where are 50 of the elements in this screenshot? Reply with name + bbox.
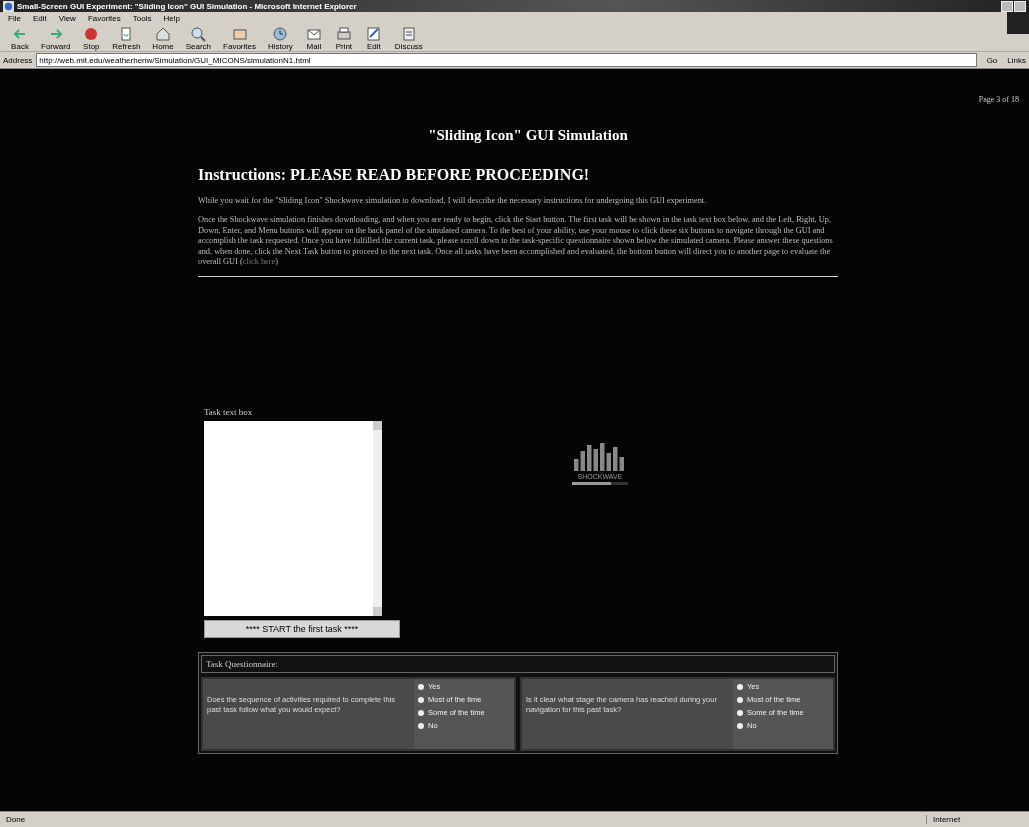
address-field[interactable]: http://web.mit.edu/weatherhenw/Simulation/GUI_MICONS/simulationN1.html — [36, 53, 977, 67]
bullet-icon — [737, 683, 743, 690]
toolbar-button[interactable]: Back — [8, 25, 32, 51]
instruction-paragraph: Once the Shockwave simulation finishes downloading, and when you are ready to begin, click the Start button. The first task will be shown in the task text box below, and the Left, Right, Up, Down, Enter, and Menu buttons will appear on the back panel of the simulated camera. To the best of your ability, use your mouse to click these six buttons to navigate through the GUI and accomplish the task requested. Once you have fulfilled the current task, please scroll down to the task-specific questionnaire shown below the simulated camera. Please answer these questions and, when done, click the Next Task button to proceed to the next task. Once all tasks have been accomplished and evaluated, the bottom button will direct you to another page to evaluate the overall GUI (click here) — [198, 215, 834, 268]
toolbar-button[interactable]: Favorites — [220, 25, 259, 51]
scroll-bar[interactable] — [373, 421, 382, 617]
bullet-icon — [737, 696, 743, 703]
maximize-button[interactable] — [1014, 0, 1026, 12]
start-button[interactable]: **** START the first task **** — [204, 620, 400, 639]
bullet-icon — [418, 696, 424, 703]
toolbar-button[interactable]: History — [264, 25, 296, 51]
minimize-button[interactable] — [1001, 0, 1013, 12]
house-icon — [154, 25, 173, 43]
questionnaire-title: Task Questionnaire: — [201, 655, 835, 674]
links-button[interactable]: Links — [1007, 55, 1026, 65]
toolbar-button[interactable]: Edit — [361, 25, 386, 51]
toolbar-button[interactable]: Print — [331, 25, 356, 51]
task-box-label: Task text box — [204, 407, 254, 418]
menu-item[interactable]: View — [58, 14, 76, 23]
status-text: Done — [6, 815, 27, 824]
zone-text: Internet — [926, 815, 1023, 824]
search-icon — [189, 25, 208, 43]
page-title: "Sliding Icon" GUI Simulation — [427, 127, 629, 144]
bullet-icon — [418, 709, 424, 716]
toolbar-button[interactable]: Home — [149, 25, 177, 51]
toolbar-button[interactable]: Refresh — [109, 25, 144, 51]
address-label: Address — [3, 55, 33, 65]
menu-item[interactable]: Edit — [32, 14, 47, 23]
toolbar-button[interactable]: Forward — [38, 25, 74, 51]
window-title: Small-Screen GUI Experiment: "Sliding Icon" GUI Simulation - Microsoft Internet Explorer — [17, 1, 358, 11]
pencil-page-icon — [364, 25, 383, 43]
page-counter: Page 3 of 18 — [978, 95, 1019, 104]
instructions-heading: Instructions: PLEASE READ BEFORE PROCEEDING! — [198, 166, 591, 184]
toolbar-button[interactable]: Mail — [301, 25, 326, 51]
bullet-icon — [737, 709, 743, 716]
instruction-paragraph: While you wait for the "Sliding Icon" Shockwave simulation to download, I will describe the necessary instructions for undergoing this GUI experiment. — [198, 196, 708, 207]
bullet-icon — [418, 683, 424, 690]
browser-icon — [3, 0, 14, 12]
bullet-icon — [418, 722, 424, 729]
toolbar-button[interactable]: Stop — [79, 25, 104, 51]
toolbar-button[interactable]: Search — [182, 25, 215, 51]
menu-item[interactable]: Help — [163, 14, 180, 23]
go-button[interactable]: Go — [980, 55, 1004, 65]
menu-item[interactable]: File — [8, 14, 21, 23]
clock-icon — [271, 25, 290, 43]
bullet-icon — [737, 722, 743, 729]
menu-item[interactable]: Favorites — [87, 14, 121, 23]
printer-icon — [334, 25, 353, 43]
menu-item[interactable]: Tools — [132, 14, 152, 23]
toolbar-button[interactable]: Discuss — [391, 25, 426, 51]
